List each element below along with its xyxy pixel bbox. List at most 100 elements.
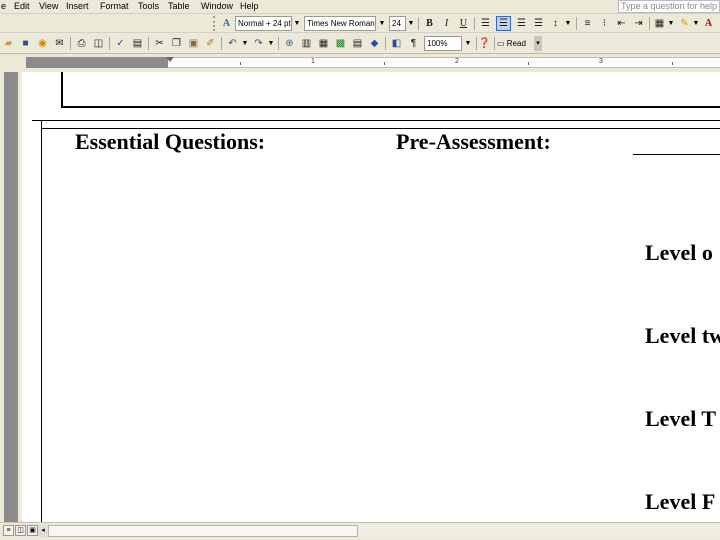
print-preview-icon[interactable]: ◫	[91, 36, 106, 51]
redo-dropdown-icon[interactable]: ▼	[266, 36, 276, 51]
ruler-number: 3	[599, 58, 603, 65]
table-left-border	[41, 120, 42, 522]
menu-edit[interactable]: Edit	[14, 1, 30, 11]
toolbar-separator	[474, 17, 475, 30]
scroll-left-icon[interactable]: ◂	[38, 525, 48, 537]
frame-border-left	[61, 72, 63, 107]
increase-indent-icon[interactable]: ⇥	[631, 16, 646, 31]
toolbar-separator	[109, 37, 110, 50]
hyperlink-icon[interactable]: ⊕	[282, 36, 297, 51]
read-icon: ▭	[497, 39, 505, 48]
highlight-icon[interactable]: ✎	[677, 16, 692, 31]
toolbar-separator	[278, 37, 279, 50]
level-three-label: Level T	[645, 406, 717, 431]
web-layout-view-icon[interactable]: ◫	[15, 525, 26, 536]
cut-icon[interactable]: ✂	[152, 36, 167, 51]
toolbar-options-icon[interactable]: ▾	[534, 36, 542, 51]
align-left-icon[interactable]: ☰	[478, 16, 493, 31]
horizontal-scrollbar-area: ≡ ◫ ▣ ◂	[0, 522, 720, 540]
line-spacing-icon[interactable]: ↕	[548, 16, 563, 31]
help-icon[interactable]: ❓	[477, 36, 492, 51]
undo-icon[interactable]: ↶	[225, 36, 240, 51]
redo-icon[interactable]: ↷	[251, 36, 266, 51]
menu-view[interactable]: View	[39, 1, 58, 11]
document-map-icon[interactable]: ◧	[389, 36, 404, 51]
show-hide-icon[interactable]: ¶	[406, 36, 421, 51]
vertical-ruler[interactable]	[0, 72, 22, 522]
toolbar-separator	[494, 37, 495, 50]
menu-insert[interactable]: Insert	[66, 1, 89, 11]
border-dropdown-icon[interactable]: ▼	[666, 16, 676, 31]
document-page[interactable]: Essential Questions: Pre-Assessment: Lev…	[22, 72, 720, 522]
level-four-label: Level F	[645, 489, 716, 514]
insert-table-icon[interactable]: ▦	[316, 36, 331, 51]
align-right-icon[interactable]: ☰	[514, 16, 529, 31]
ruler-tick	[384, 62, 385, 65]
pre-assessment-heading: Pre-Assessment:	[396, 129, 551, 154]
underline-button[interactable]: U	[456, 16, 471, 31]
menu-tools[interactable]: Tools	[138, 1, 159, 11]
undo-dropdown-icon[interactable]: ▼	[240, 36, 250, 51]
align-center-icon[interactable]: ☰	[496, 16, 511, 31]
zoom-dropdown-icon[interactable]: ▼	[463, 36, 473, 51]
research-icon[interactable]: ▤	[130, 36, 145, 51]
ruler-tick	[240, 62, 241, 65]
italic-button[interactable]: I	[439, 16, 454, 31]
font-select[interactable]: Times New Roman	[304, 16, 376, 31]
print-layout-view-icon[interactable]: ▣	[27, 525, 38, 536]
first-line-indent-marker[interactable]	[166, 57, 174, 62]
email-icon[interactable]: ✉	[52, 36, 67, 51]
frame-border-bottom	[61, 106, 720, 108]
tab-selector[interactable]	[0, 54, 22, 72]
font-size-select[interactable]: 24	[389, 16, 406, 31]
decrease-indent-icon[interactable]: ⇤	[614, 16, 629, 31]
toolbar-separator	[148, 37, 149, 50]
columns-icon[interactable]: ▤	[350, 36, 365, 51]
format-painter-icon[interactable]: ✐	[203, 36, 218, 51]
toolbar-separator	[418, 17, 419, 30]
save-icon[interactable]: ■	[18, 36, 33, 51]
read-button[interactable]: ▭ Read	[497, 36, 533, 51]
drawing-icon[interactable]: ◆	[367, 36, 382, 51]
help-question-input[interactable]: Type a question for help	[618, 0, 720, 13]
toolbar-grip[interactable]	[213, 16, 216, 31]
open-icon[interactable]: ▰	[1, 36, 16, 51]
horizontal-scroll-track[interactable]	[358, 525, 720, 537]
highlight-dropdown-icon[interactable]: ▼	[691, 16, 701, 31]
font-size-dropdown-icon[interactable]: ▼	[406, 16, 416, 31]
menu-window[interactable]: Window	[201, 1, 233, 11]
line-spacing-dropdown-icon[interactable]: ▼	[563, 16, 573, 31]
menu-file[interactable]: e	[1, 1, 6, 11]
bold-button[interactable]: B	[422, 16, 437, 31]
menu-table[interactable]: Table	[168, 1, 190, 11]
spelling-icon[interactable]: ✓	[113, 36, 128, 51]
horizontal-ruler[interactable]: 1 2 3	[0, 54, 720, 72]
formatting-toolbar: A Normal + 24 pt ▼ Times New Roman ▼ 24 …	[0, 14, 720, 33]
print-icon[interactable]: ⎙	[74, 36, 89, 51]
bullets-icon[interactable]: ⁝	[597, 16, 612, 31]
border-icon[interactable]: ▦	[652, 16, 667, 31]
styles-pane-icon[interactable]: A	[219, 16, 234, 31]
menu-help[interactable]: Help	[240, 1, 259, 11]
zoom-select[interactable]: 100%	[424, 36, 462, 51]
insert-excel-icon[interactable]: ▩	[333, 36, 348, 51]
font-color-icon[interactable]: A	[701, 16, 716, 31]
permission-icon[interactable]: ◉	[35, 36, 50, 51]
copy-icon[interactable]: ❐	[169, 36, 184, 51]
style-select[interactable]: Normal + 24 pt	[235, 16, 292, 31]
level-two-label: Level tw	[645, 323, 720, 348]
normal-view-icon[interactable]: ≡	[3, 525, 14, 536]
ruler-margin	[26, 57, 168, 68]
style-dropdown-icon[interactable]: ▼	[292, 16, 302, 31]
font-dropdown-icon[interactable]: ▼	[377, 16, 387, 31]
level-one-label: Level o	[645, 240, 713, 265]
menu-format[interactable]: Format	[100, 1, 129, 11]
numbering-icon[interactable]: ≡	[580, 16, 595, 31]
horizontal-scroll-thumb[interactable]	[48, 525, 358, 537]
toolbar-separator	[649, 17, 650, 30]
justify-icon[interactable]: ☰	[531, 16, 546, 31]
essential-questions-heading: Essential Questions:	[75, 129, 266, 154]
menu-bar: e Edit View Insert Format Tools Table Wi…	[0, 0, 720, 14]
paste-icon[interactable]: ▣	[186, 36, 201, 51]
tables-borders-icon[interactable]: ▥	[299, 36, 314, 51]
